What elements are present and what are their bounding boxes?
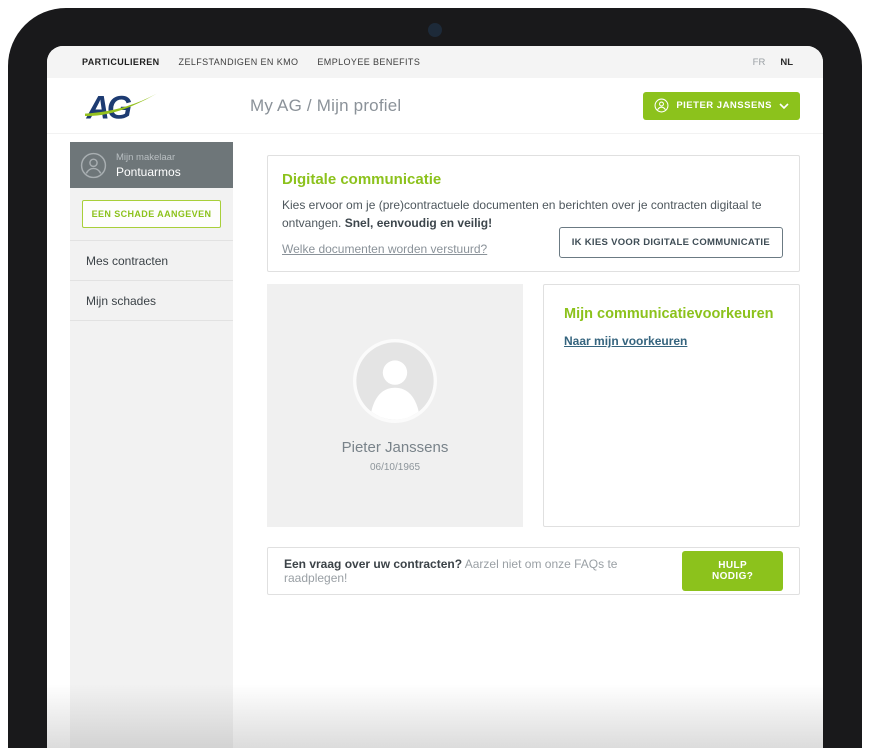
nav-item-particulieren[interactable]: PARTICULIEREN (82, 57, 160, 67)
communication-preferences-title: Mijn communicatievoorkeuren (564, 306, 774, 322)
profile-birthdate: 06/10/1965 (369, 461, 421, 473)
help-bar: Een vraag over uw contracten? Aarzel nie… (267, 547, 800, 595)
language-switcher: FR NL (753, 57, 793, 68)
camera-dot (428, 23, 442, 37)
screen: PARTICULIEREN ZELFSTANDIGEN EN KMO EMPLO… (47, 46, 823, 748)
report-claim-button[interactable]: EEN SCHADE AANGEVEN (82, 200, 221, 228)
language-nl[interactable]: NL (780, 57, 793, 68)
help-question-bold: Een vraag over uw contracten? (284, 557, 463, 571)
top-navigation: PARTICULIEREN ZELFSTANDIGEN EN KMO EMPLO… (47, 46, 823, 78)
profile-name: Pieter Janssens (341, 438, 449, 456)
user-menu-label: PIETER JANSSENS (676, 100, 772, 111)
nav-item-employee-benefits[interactable]: EMPLOYEE BENEFITS (317, 57, 420, 67)
user-menu-button[interactable]: PIETER JANSSENS (643, 91, 800, 120)
help-button[interactable]: HULP NODIG? (682, 551, 783, 591)
main-column: Digitale communicatie Kies ervoor om je … (233, 133, 823, 748)
digital-communication-body-bold: Snel, eenvoudig en veilig! (344, 216, 493, 230)
broker-avatar-icon (80, 152, 107, 178)
preferences-link[interactable]: Naar mijn voorkeuren (564, 334, 687, 348)
help-text: Een vraag over uw contracten? Aarzel nie… (284, 557, 682, 585)
nav-item-zelfstandigen[interactable]: ZELFSTANDIGEN EN KMO (179, 57, 299, 67)
communication-preferences-card: Mijn communicatievoorkeuren Naar mijn vo… (543, 284, 800, 527)
content-area: Mijn makelaar Pontuarmos EEN SCHADE AANG… (47, 133, 823, 748)
broker-label: Mijn makelaar (116, 151, 176, 163)
chevron-down-icon (779, 102, 789, 109)
profile-avatar-icon (353, 338, 437, 423)
header: AG My AG / Mijn profiel PIETER JANSSENS (47, 78, 823, 133)
language-fr[interactable]: FR (753, 57, 766, 68)
broker-info: Mijn makelaar Pontuarmos (116, 152, 181, 179)
digital-communication-title: Digitale communicatie (282, 171, 442, 188)
profile-card: Pieter Janssens 06/10/1965 (267, 284, 523, 527)
choose-digital-communication-button[interactable]: IK KIES VOOR DIGITALE COMMUNICATIE (558, 227, 783, 258)
sidebar-item-schades[interactable]: Mijn schades (70, 281, 233, 321)
ag-logo[interactable]: AG (85, 87, 159, 125)
sidebar-menu: Mes contracten Mijn schades (70, 240, 233, 321)
sidebar-item-contracten[interactable]: Mes contracten (70, 241, 233, 281)
sidebar: Mijn makelaar Pontuarmos EEN SCHADE AANG… (70, 142, 233, 748)
broker-name: Pontuarmos (116, 164, 181, 179)
cards-row: Pieter Janssens 06/10/1965 Mijn communic… (267, 284, 800, 527)
user-circle-icon (654, 98, 669, 113)
broker-tile[interactable]: Mijn makelaar Pontuarmos (70, 142, 233, 188)
which-documents-link[interactable]: Welke documenten worden verstuurd? (282, 242, 487, 256)
digital-communication-panel: Digitale communicatie Kies ervoor om je … (267, 155, 800, 272)
tablet-frame: PARTICULIEREN ZELFSTANDIGEN EN KMO EMPLO… (8, 8, 862, 748)
page-title: My AG / Mijn profiel (250, 95, 402, 115)
